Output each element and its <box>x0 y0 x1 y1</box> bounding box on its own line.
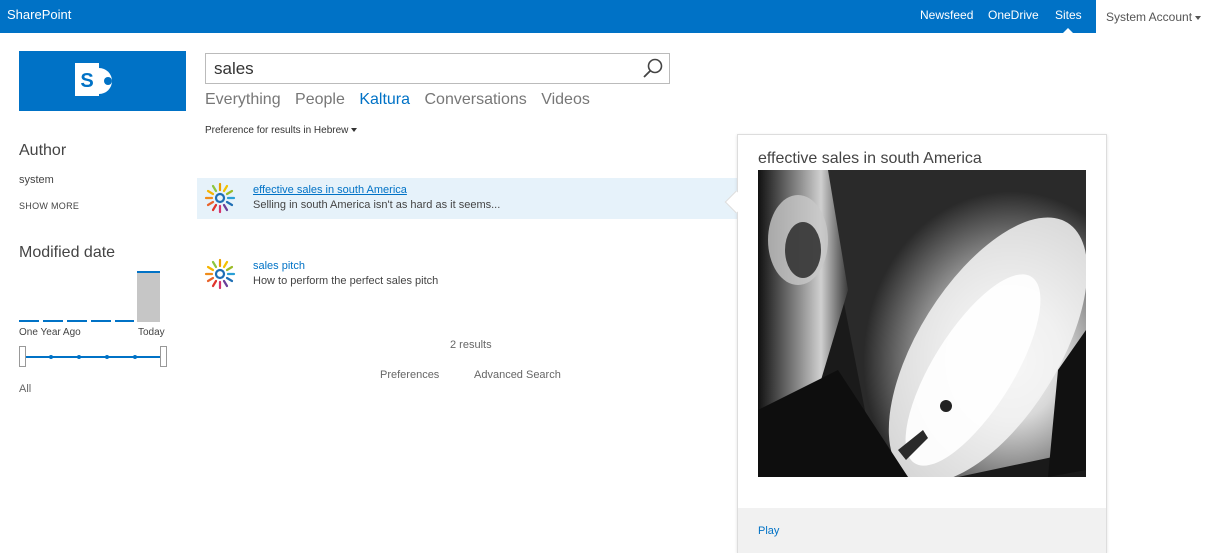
vertical-everything[interactable]: Everything <box>205 91 281 108</box>
advanced-search-link[interactable]: Advanced Search <box>474 369 561 381</box>
vertical-videos[interactable]: Videos <box>541 91 590 108</box>
result-title-link[interactable]: effective sales in south America <box>253 184 407 196</box>
sharepoint-logo-icon: S <box>75 63 112 96</box>
chevron-down-icon <box>351 128 358 133</box>
result-hover-panel: effective sales in south America Play <box>737 134 1107 553</box>
author-refiner-title: Author <box>19 142 67 159</box>
search-input[interactable] <box>214 58 634 80</box>
newsfeed-link[interactable]: Newsfeed <box>920 8 973 22</box>
range-end-label: Today <box>138 327 165 338</box>
slider-start-handle[interactable] <box>19 346 26 367</box>
video-thumbnail[interactable] <box>758 170 1086 477</box>
onedrive-link[interactable]: OneDrive <box>988 8 1039 22</box>
suite-bar: SharePoint Newsfeed OneDrive Sites Syste… <box>0 0 1210 33</box>
hover-panel-title: effective sales in south America <box>758 150 982 167</box>
result-description: Selling in south America isn't as hard a… <box>253 199 501 211</box>
site-logo[interactable]: S <box>19 51 186 111</box>
histogram-bar <box>19 320 39 322</box>
vertical-people[interactable]: People <box>295 91 345 108</box>
sharepoint-brand-link[interactable]: SharePoint <box>7 7 71 22</box>
video-thumbnail-image <box>758 170 1086 477</box>
result-description: How to perform the perfect sales pitch <box>253 275 439 287</box>
slider-tick <box>133 355 137 359</box>
vertical-conversations[interactable]: Conversations <box>424 91 526 108</box>
vertical-kaltura[interactable]: Kaltura <box>359 91 410 108</box>
svg-text:S: S <box>80 70 93 92</box>
chevron-down-icon <box>1195 15 1202 20</box>
account-menu[interactable]: System Account <box>1096 0 1210 33</box>
result-item[interactable]: effective sales in south America Selling… <box>197 178 737 219</box>
result-title-link[interactable]: sales pitch <box>253 260 305 272</box>
preferences-link[interactable]: Preferences <box>380 369 439 381</box>
hover-panel-actions: Play <box>738 508 1106 553</box>
account-name: System Account <box>1106 10 1193 24</box>
histogram-bar <box>43 320 63 322</box>
show-more-link[interactable]: SHOW MORE <box>19 201 79 211</box>
histogram-bar-top <box>137 271 160 273</box>
play-link[interactable]: Play <box>758 525 779 537</box>
date-range-selected: All <box>19 383 32 395</box>
kaltura-video-icon <box>204 258 236 290</box>
search-box <box>205 53 670 84</box>
search-icon[interactable] <box>641 57 665 81</box>
slider-tick <box>105 355 109 359</box>
histogram-bar <box>115 320 134 322</box>
modified-date-refiner-title: Modified date <box>19 244 116 261</box>
language-preference-label: Preference for results in Hebrew <box>205 125 349 136</box>
slider-end-handle[interactable] <box>160 346 167 367</box>
kaltura-video-icon <box>204 182 236 214</box>
sites-link[interactable]: Sites <box>1055 8 1082 33</box>
search-verticals: Everything People Kaltura Conversations … <box>205 91 600 109</box>
slider-tick <box>49 355 53 359</box>
histogram-bar <box>91 320 111 322</box>
slider-tick <box>77 355 81 359</box>
language-preference-dropdown[interactable]: Preference for results in Hebrew <box>205 125 358 136</box>
date-slider-track[interactable] <box>24 356 164 358</box>
result-count: 2 results <box>450 339 492 351</box>
histogram-bar <box>67 320 87 322</box>
histogram-bar <box>137 272 160 322</box>
author-refiner-value[interactable]: system <box>19 174 54 186</box>
range-start-label: One Year Ago <box>19 327 81 338</box>
result-item[interactable]: sales pitch How to perform the perfect s… <box>197 254 737 295</box>
